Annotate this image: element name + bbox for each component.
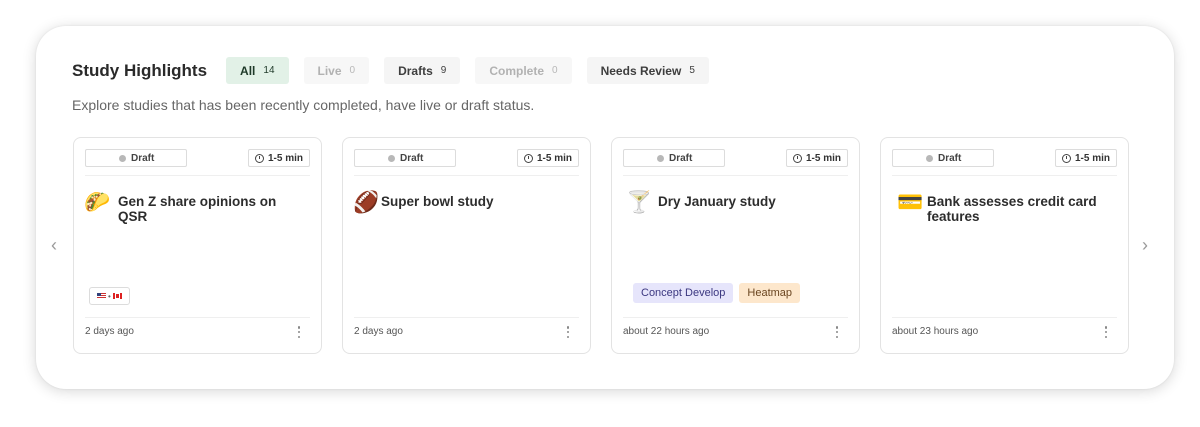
tag-heatmap[interactable]: Heatmap	[739, 283, 801, 303]
carousel-prev-button[interactable]: ‹	[45, 234, 63, 256]
status-badge: Draft	[354, 149, 456, 167]
more-options-icon[interactable]	[296, 325, 302, 339]
tag-list: Concept Develop Heatmap	[633, 283, 806, 303]
study-card[interactable]: Draft 1-5 min 🌮 Gen Z share opinions on …	[73, 137, 322, 354]
us-flag-icon	[97, 293, 106, 299]
timestamp: 2 days ago	[354, 326, 403, 337]
timestamp: about 22 hours ago	[623, 326, 710, 337]
carousel-next-button[interactable]: ›	[1136, 234, 1154, 256]
chevron-left-icon: ‹	[51, 234, 57, 255]
tab-label: All	[240, 63, 256, 78]
status-badge: Draft	[85, 149, 187, 167]
panel-subtitle: Explore studies that has been recently c…	[72, 97, 535, 113]
more-options-icon[interactable]	[1103, 325, 1109, 339]
tab-count: 0	[349, 65, 356, 76]
duration-badge: 1-5 min	[247, 149, 310, 167]
tag-concept-develop[interactable]: Concept Develop	[633, 283, 734, 303]
clock-icon	[1061, 153, 1071, 163]
canada-flag-icon	[112, 293, 122, 299]
status-dot-icon	[657, 155, 664, 162]
tab-label: Drafts	[398, 63, 433, 78]
tab-all[interactable]: All 14	[226, 57, 289, 84]
taco-icon: 🌮	[84, 190, 111, 214]
clock-icon	[792, 153, 802, 163]
cocktail-icon: 🍸	[626, 190, 653, 214]
football-icon: 🏈	[353, 190, 380, 214]
tab-label: Live	[317, 63, 342, 78]
status-dot-icon	[926, 155, 933, 162]
divider	[85, 317, 310, 318]
clock-icon	[254, 153, 264, 163]
study-title[interactable]: Dry January study	[658, 191, 776, 209]
divider	[892, 175, 1117, 176]
divider	[892, 317, 1117, 318]
study-card[interactable]: Draft 1-5 min 🍸 Dry January study Concep…	[611, 137, 860, 354]
chevron-right-icon: ›	[1142, 234, 1148, 255]
duration-badge: 1-5 min	[785, 149, 848, 167]
tab-label: Needs Review	[600, 63, 682, 78]
timestamp: 2 days ago	[85, 326, 134, 337]
study-card[interactable]: Draft 1-5 min 💳 Bank assesses credit car…	[880, 137, 1129, 354]
status-dot-icon	[119, 155, 126, 162]
study-card[interactable]: Draft 1-5 min 🏈 Super bowl study 2 days …	[342, 137, 591, 354]
tab-needs-review[interactable]: Needs Review 5	[586, 57, 709, 84]
more-options-icon[interactable]	[834, 325, 840, 339]
tab-count: 0	[552, 65, 558, 76]
study-title[interactable]: Bank assesses credit card features	[927, 191, 1114, 224]
timestamp: about 23 hours ago	[892, 326, 979, 337]
divider	[85, 175, 310, 176]
divider	[354, 175, 579, 176]
country-flags: •	[89, 287, 130, 305]
divider	[623, 175, 848, 176]
divider	[623, 317, 848, 318]
tab-count: 5	[689, 65, 695, 76]
panel-header: Study Highlights All 14 Live 0 Drafts 9 …	[72, 57, 724, 84]
divider	[354, 317, 579, 318]
clock-icon	[523, 153, 533, 163]
tab-drafts[interactable]: Drafts 9	[384, 57, 461, 84]
page-title: Study Highlights	[72, 60, 208, 80]
status-dot-icon	[388, 155, 395, 162]
tab-count: 9	[440, 65, 447, 76]
study-title[interactable]: Super bowl study	[381, 191, 494, 209]
tab-count: 14	[263, 65, 275, 76]
tab-label: Complete	[489, 63, 545, 78]
duration-badge: 1-5 min	[1054, 149, 1117, 167]
more-options-icon[interactable]	[565, 325, 571, 339]
status-badge: Draft	[623, 149, 725, 167]
status-badge: Draft	[892, 149, 994, 167]
tab-live[interactable]: Live 0	[303, 57, 370, 84]
study-highlights-panel: Study Highlights All 14 Live 0 Drafts 9 …	[36, 26, 1174, 389]
credit-card-icon: 💳	[897, 190, 924, 214]
duration-badge: 1-5 min	[516, 149, 579, 167]
study-title[interactable]: Gen Z share opinions on QSR	[118, 191, 307, 224]
tab-complete[interactable]: Complete 0	[475, 57, 572, 84]
